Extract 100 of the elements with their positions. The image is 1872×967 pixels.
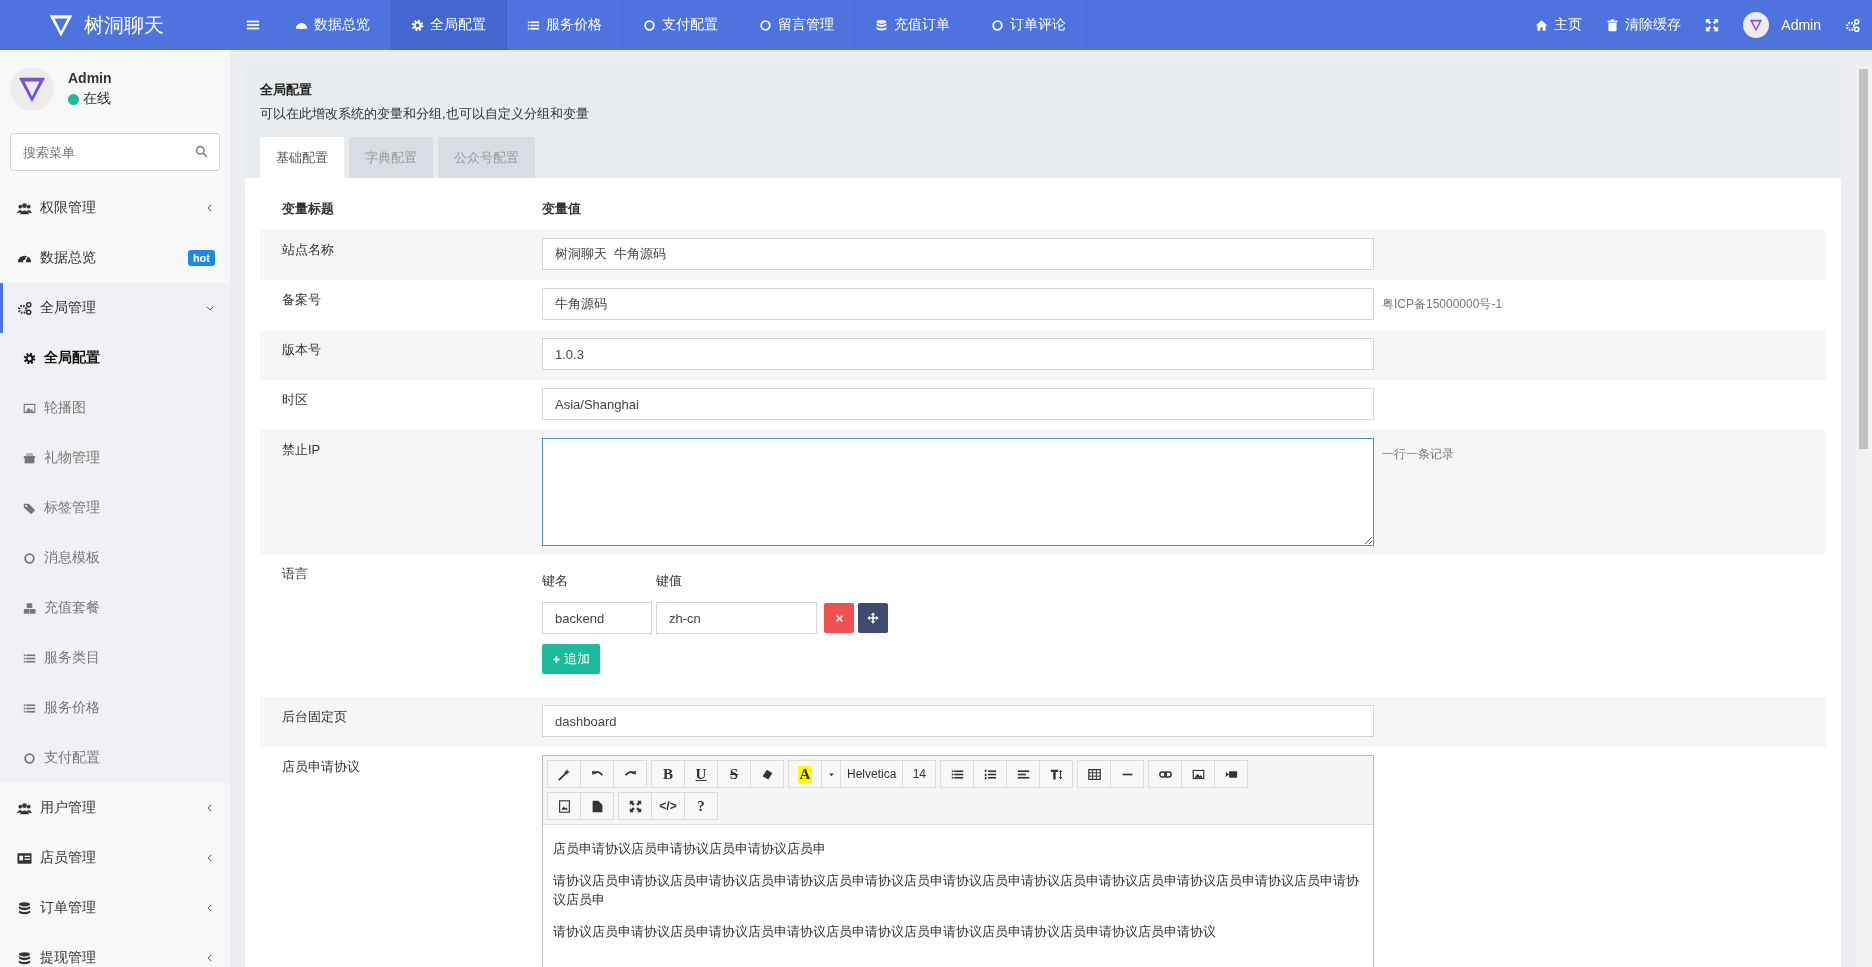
list-icon [527,18,540,32]
toolbar-button[interactable] [1181,760,1216,788]
toolbar-button[interactable] [613,760,647,788]
toolbar-button[interactable] [940,760,975,788]
table-icon [1087,767,1101,781]
sidebar-subitem[interactable]: 礼物管理 [0,433,230,483]
value-field[interactable]: zh-cn [656,602,817,634]
magic-icon [557,767,571,781]
sidebar-item[interactable]: 店员管理 [0,833,230,883]
sidebar-item[interactable]: 用户管理 [0,783,230,833]
editor-paragraph: 请协议店员申请协议店员申请协议店员申请协议店员申请协议店员申请协议店员申请协议店员申请协议店员申请协议 [553,922,1217,941]
clear-cache-button[interactable]: 清除缓存 [1594,0,1694,50]
toolbar-button[interactable]: S [717,760,751,788]
database-icon [17,900,32,916]
circle-icon [643,18,656,32]
user-name: Admin [68,70,112,86]
expand-icon [628,799,642,813]
cubes-icon [23,601,36,615]
toolbar-button[interactable]: ? [684,792,718,820]
list-icon [23,651,36,665]
key-field[interactable]: backend [542,602,652,634]
toolbar-button[interactable] [1006,760,1041,788]
sidebar-subitem[interactable]: 支付配置 [0,733,230,783]
chevron-left-icon [205,953,215,963]
gear-icon [23,351,36,365]
tab[interactable]: 基础配置 [260,137,344,178]
text-field[interactable]: dashboard [542,705,1374,737]
move-icon [867,612,879,624]
drag-handle[interactable] [858,603,888,633]
align-icon [1016,767,1030,781]
logo-icon [1749,18,1764,32]
field-label: 后台固定页 [281,708,348,726]
scrollbar[interactable] [1855,65,1872,967]
toolbar-button[interactable] [547,792,581,820]
text-field[interactable]: 树洞聊天 牛角源码 [542,238,1374,270]
plus-icon [552,654,561,664]
home-link[interactable]: 主页 [1523,0,1595,50]
toolbar-button[interactable] [1077,760,1112,788]
gift-icon [23,451,36,465]
textarea-field[interactable] [542,438,1374,546]
nav-tab[interactable]: 全局配置 [391,0,507,50]
toolbar-button[interactable] [750,760,784,788]
user-menu[interactable]: Admin [1731,0,1833,50]
toolbar-button[interactable] [580,760,614,788]
database-icon [875,18,888,32]
chevron-left-icon [205,853,215,863]
field-label: 时区 [281,391,309,409]
trash-icon [1606,18,1620,32]
search-field[interactable]: 搜索菜单 [10,133,220,171]
color-button[interactable]: A [788,760,822,788]
sidebar-subitem[interactable]: 服务价格 [0,683,230,733]
text-field[interactable]: Asia/Shanghai [542,388,1374,420]
editor-paragraph: 店员申请协议店员申请协议店员申请协议店员申 [553,840,827,858]
toolbar-button[interactable] [1214,760,1249,788]
field-label: 店员申请协议 [281,758,361,776]
text-field[interactable]: 牛角源码 [542,288,1374,320]
chevron-left-icon [205,203,215,213]
key-header: 键名 [542,572,569,590]
sidebar-item[interactable]: 权限管理 [0,183,230,233]
expand-icon [1705,18,1720,32]
sidebar-item[interactable]: 数据总览 hot [0,233,230,283]
toolbar-button[interactable] [580,792,614,820]
circle-icon [23,551,36,565]
sidebar-item[interactable]: 提现管理 [0,933,230,967]
database-icon [17,950,32,966]
sidebar-subitem[interactable]: 充值套餐 [0,583,230,633]
eraser-icon [760,767,774,781]
card-icon [17,850,32,866]
sidebar-subitem[interactable]: 服务类目 [0,633,230,683]
tag-icon [23,501,36,515]
gears-icon [1845,17,1860,33]
toolbar-button[interactable]: 14 [902,760,937,788]
gears-icon [17,300,32,316]
toolbar-button[interactable]: </> [651,792,685,820]
sidebar-item[interactable]: 订单管理 [0,883,230,933]
chevron-down-icon [205,303,215,313]
times-icon [834,613,844,623]
circle-icon [759,18,772,32]
sidebar-subitem[interactable]: 标签管理 [0,483,230,533]
page-description: 可以在此增改系统的变量和分组,也可以自定义分组和变量 [260,105,590,123]
editor-paragraph: 请协议店员申请协议店员申请协议店员申请协议店员申请协议店员申请协议店员申请协议店员申请协议店员申请协议店员申请协议店员申请协议店员申 [553,871,1360,909]
user-status: 在线 [83,90,111,108]
toolbar-button[interactable] [973,760,1008,788]
toolbar-button[interactable]: B [651,760,685,788]
page-title: 全局配置 [260,81,313,99]
field-label: 备案号 [281,291,322,309]
toolbar-button[interactable]: U [684,760,718,788]
imagefile-icon [557,799,571,813]
list-icon [23,701,36,715]
sidebar-subitem[interactable]: 消息模板 [0,533,230,583]
sidebar-subitem[interactable]: 全局配置 [0,333,230,383]
toolbar-button[interactable] [1148,760,1183,788]
textheight-icon [1049,767,1063,781]
toolbar-button[interactable] [1039,760,1074,788]
toolbar-button[interactable]: Helvetica [840,760,904,788]
column-header: 变量标题 [281,200,335,218]
text-field[interactable]: 1.0.3 [542,338,1374,370]
logo-icon [48,12,74,38]
sidebar-subitem[interactable]: 轮播图 [0,383,230,433]
toolbar-button[interactable] [618,792,652,820]
